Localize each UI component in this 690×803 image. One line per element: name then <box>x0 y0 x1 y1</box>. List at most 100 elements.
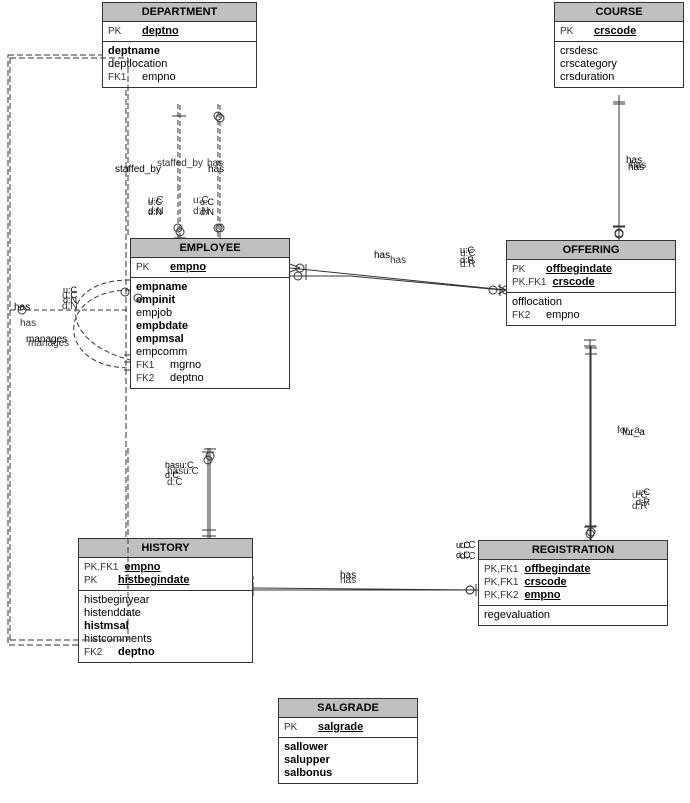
off-pk-value: offbegindate <box>546 263 612 275</box>
attr-salbonus: salbonus <box>284 767 412 779</box>
label-has-emp-off: has <box>390 255 406 266</box>
entity-history-attrs: histbeginyear histenddate histmsal histc… <box>79 591 252 662</box>
attr-empmsal: empmsal <box>136 333 284 345</box>
dept-fk1-value: empno <box>142 71 176 83</box>
entity-employee-header: EMPLOYEE <box>131 239 289 258</box>
off-pk-label: PK <box>512 264 540 275</box>
off-fk2-label: FK2 <box>512 310 540 321</box>
off-fk2-value: empno <box>546 309 580 321</box>
attr-empname: empname <box>136 281 284 293</box>
emp-pk-label: PK <box>136 262 164 273</box>
entity-department: DEPARTMENT PK deptno deptname deptlocati… <box>102 2 257 88</box>
uc-dc-dept2: u:Cd:N <box>193 195 209 217</box>
entity-salgrade-pk: PK salgrade <box>279 718 417 738</box>
attr-empinit: empinit <box>136 294 284 306</box>
connectors-svg <box>0 0 690 803</box>
emp-fk1-value: mgrno <box>170 359 201 371</box>
uc-dr-emp-off: u:Cd:R <box>460 248 476 270</box>
reg-pkfk2-label: PK,FK2 <box>484 590 518 601</box>
svg-text:has: has <box>374 250 390 261</box>
diagram-container: staffed_by has has has manages has for_a… <box>0 0 690 803</box>
svg-text:staffed_by: staffed_by <box>115 164 161 175</box>
attr-salupper: salupper <box>284 754 412 766</box>
label-has-course-off: has <box>630 160 646 171</box>
entity-department-header: DEPARTMENT <box>103 3 256 22</box>
reg-pkfk2-value: empno <box>524 589 560 601</box>
attr-histbeginyear: histbeginyear <box>84 594 247 606</box>
entity-registration-pk: PK,FK1 offbegindate PK,FK1 crscode PK,FK… <box>479 560 667 606</box>
attr-crsdesc: crsdesc <box>560 45 678 57</box>
reg-pkfk1a-label: PK,FK1 <box>484 564 518 575</box>
entity-history: HISTORY PK,FK1 empno PK histbegindate hi… <box>78 538 253 663</box>
hist-fk2-row: FK2 deptno <box>84 646 247 658</box>
emp-fk2-label: FK2 <box>136 373 164 384</box>
uc-dr-reg2: u:Cd:R <box>632 490 648 512</box>
entity-salgrade-attrs: sallower salupper salbonus <box>279 738 417 783</box>
hist-pk-value: histbegindate <box>118 574 190 586</box>
entity-history-header: HISTORY <box>79 539 252 558</box>
attr-sallower: sallower <box>284 741 412 753</box>
attr-empcomm: empcomm <box>136 346 284 358</box>
entity-course-attrs: crsdesc crscategory crsduration <box>555 42 683 87</box>
course-pk-label: PK <box>560 26 588 37</box>
hist-fk2-label: FK2 <box>84 647 112 658</box>
connectors-svg-2: staffed_by has has has for_a has manages… <box>0 0 690 803</box>
hist-fk2-value: deptno <box>118 646 155 658</box>
attr-offlocation: offlocation <box>512 296 670 308</box>
label-has-emp-hist: has <box>340 575 356 586</box>
attr-histenddate: histenddate <box>84 607 247 619</box>
entity-registration-attrs: regevaluation <box>479 606 667 625</box>
attr-crsduration: crsduration <box>560 71 678 83</box>
uc-dc-dept: u:Cd:N <box>148 195 164 217</box>
reg-pkfk1b-label: PK,FK1 <box>484 577 518 588</box>
sal-pk-value: salgrade <box>318 721 363 733</box>
label-manages: manages <box>28 338 69 349</box>
sal-pk-label: PK <box>284 722 312 733</box>
emp-fk2-value: deptno <box>170 372 204 384</box>
entity-offering-pk: PK offbegindate PK,FK1 crscode <box>507 260 675 293</box>
entity-employee-pk: PK empno <box>131 258 289 278</box>
entity-salgrade: SALGRADE PK salgrade sallower salupper s… <box>278 698 418 784</box>
emp-fk1-label: FK1 <box>136 360 164 371</box>
attr-deptlocation: deptlocation <box>108 58 251 70</box>
hasu-dc: hasu:Cd:C <box>167 466 199 488</box>
uc-dc-reg: u:Cd:C <box>460 540 476 562</box>
attr-histmsal: histmsal <box>84 620 247 632</box>
dept-fk1-row: FK1 empno <box>108 71 251 83</box>
attr-crscategory: crscategory <box>560 58 678 70</box>
label-has-left: has <box>20 318 36 329</box>
reg-pkfk1a-value: offbegindate <box>524 563 590 575</box>
dept-pk-value: deptno <box>142 25 179 37</box>
svg-text:has: has <box>14 302 30 313</box>
uc-dn-emp: u:Cd:N <box>62 290 78 312</box>
reg-pkfk1b-value: crscode <box>524 576 566 588</box>
off-fk2-row: FK2 empno <box>512 309 670 321</box>
entity-registration: REGISTRATION PK,FK1 offbegindate PK,FK1 … <box>478 540 668 626</box>
dept-pk-label: PK <box>108 26 136 37</box>
entity-course-pk: PK crscode <box>555 22 683 42</box>
attr-regevaluation: regevaluation <box>484 609 662 621</box>
label-staffed-by: staffed_by <box>157 158 203 169</box>
attr-empjob: empjob <box>136 307 284 319</box>
emp-fk1-row: FK1 mgrno <box>136 359 284 371</box>
hist-pkfk1-value: empno <box>124 561 160 573</box>
label-for-a: for_a <box>617 425 640 436</box>
label-has-dept-emp: has <box>207 158 223 169</box>
emp-pk-value: empno <box>170 261 206 273</box>
entity-course-header: COURSE <box>555 3 683 22</box>
attr-deptname: deptname <box>108 45 251 57</box>
emp-fk2-row: FK2 deptno <box>136 372 284 384</box>
hist-pkfk1-label: PK,FK1 <box>84 562 118 573</box>
off-pkfk1-value: crscode <box>552 276 594 288</box>
entity-department-attrs: deptname deptlocation FK1 empno <box>103 42 256 87</box>
entity-offering-attrs: offlocation FK2 empno <box>507 293 675 325</box>
entity-course: COURSE PK crscode crsdesc crscategory cr… <box>554 2 684 88</box>
entity-history-pk: PK,FK1 empno PK histbegindate <box>79 558 252 591</box>
attr-histcomments: histcomments <box>84 633 247 645</box>
course-pk-value: crscode <box>594 25 636 37</box>
entity-employee-attrs: empname empinit empjob empbdate empmsal … <box>131 278 289 388</box>
hist-pk-label: PK <box>84 575 112 586</box>
entity-registration-header: REGISTRATION <box>479 541 667 560</box>
entity-department-pk: PK deptno <box>103 22 256 42</box>
dept-fk1-label: FK1 <box>108 72 136 83</box>
